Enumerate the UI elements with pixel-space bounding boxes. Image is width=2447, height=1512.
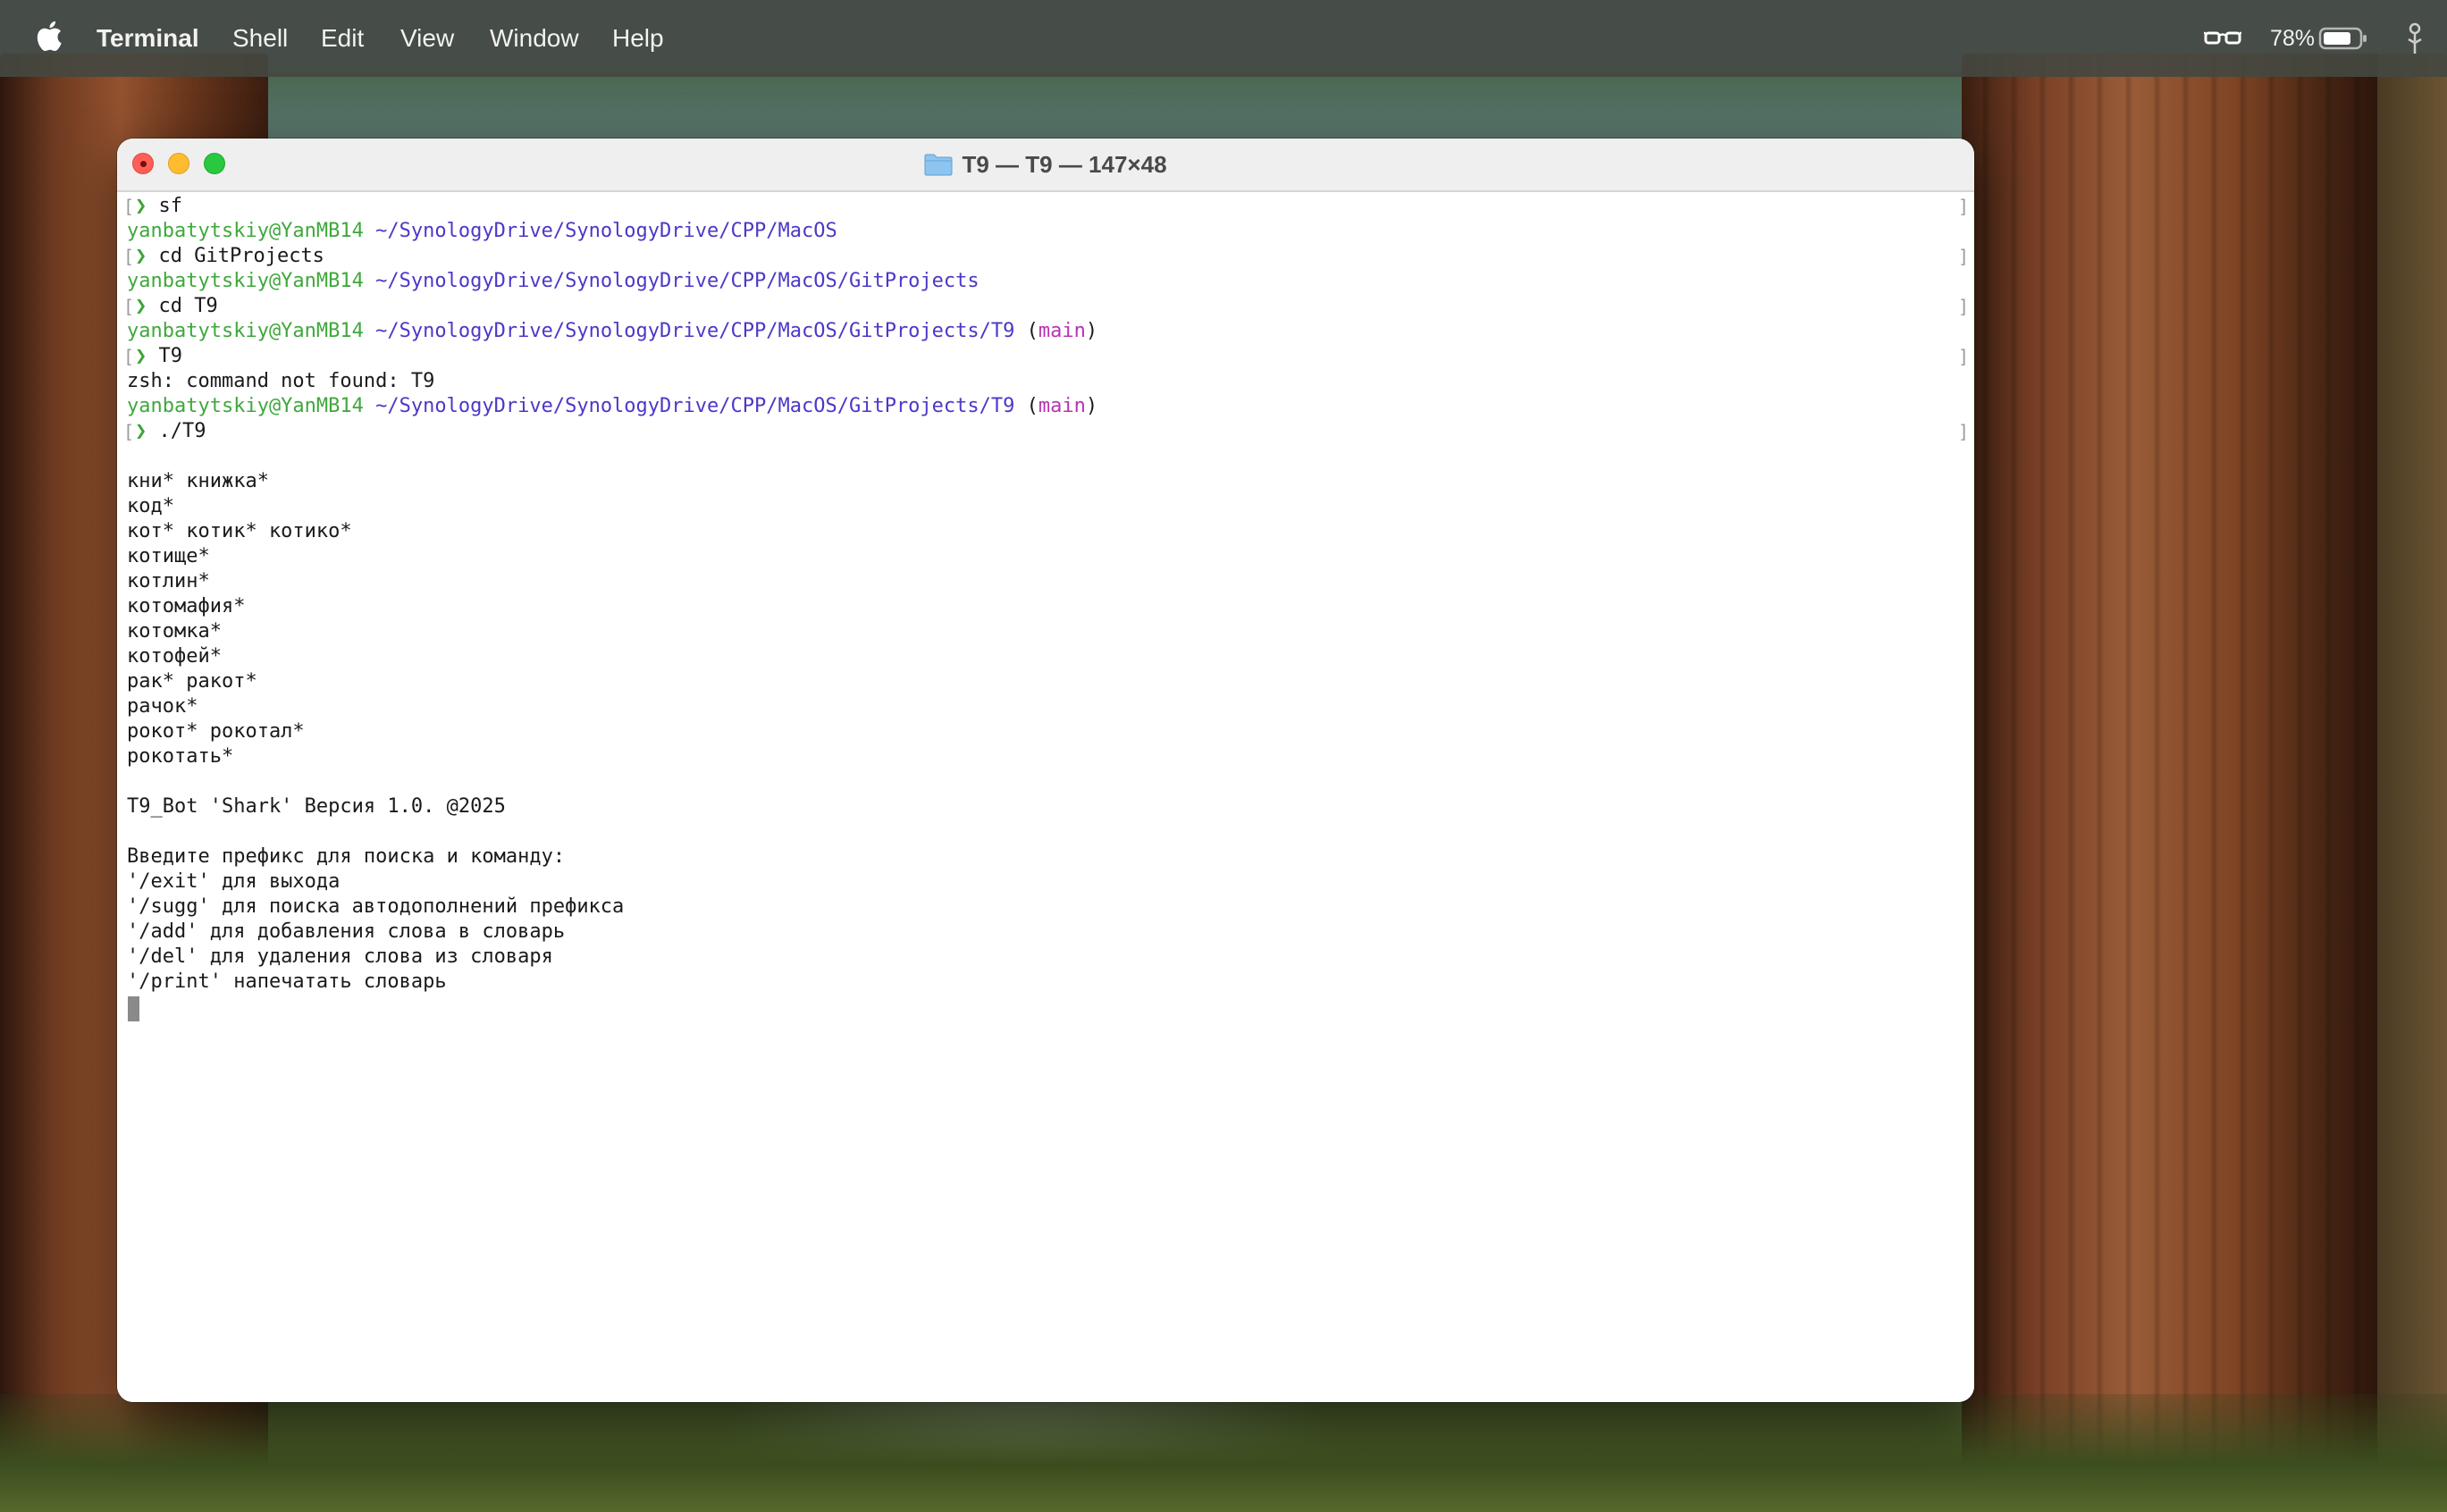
output-line: рак* ракот* (127, 670, 257, 693)
command-text: sf (158, 195, 183, 217)
prompt-line: yanbatytskiy@YanMB14 ~/SynologyDrive/Syn… (127, 219, 837, 244)
menu-shell[interactable]: Shell (232, 23, 288, 54)
command-text: ./T9 (158, 420, 206, 442)
output-line: рачок* (127, 695, 198, 718)
git-paren-open: ( (1026, 395, 1039, 417)
battery-icon[interactable] (2318, 26, 2368, 51)
menu-window[interactable]: Window (490, 23, 579, 54)
wallpaper-ground (0, 1394, 2447, 1512)
apple-logo-icon[interactable] (36, 18, 63, 54)
git-paren-close: ) (1085, 320, 1098, 342)
prompt-arrow-icon: ❯ (135, 245, 147, 267)
output-line: '/exit' для выхода (127, 870, 341, 893)
mark-bracket-right: ] (1957, 346, 1969, 367)
menu-view[interactable]: View (400, 23, 454, 54)
command-text: T9 (158, 345, 183, 367)
prompt-path: ~/SynologyDrive/SynologyDrive/CPP/MacOS/… (375, 270, 980, 292)
command-line: ❯ cd T9 (135, 294, 218, 319)
prompt-user-host: yanbatytskiy@YanMB14 (127, 220, 364, 242)
wallpaper-tree-trunk-far (2377, 54, 2447, 1512)
prompt-path: ~/SynologyDrive/SynologyDrive/CPP/MacOS/… (375, 320, 1015, 342)
output-line: T9_Bot 'Shark' Версия 1.0. @2025 (127, 795, 506, 818)
terminal-window[interactable]: T9 — T9 — 147×48 [ ❯ sf ] yanbatytskiy@Y… (117, 139, 1974, 1402)
menu-bar: Terminal Shell Edit View Window Help 78% (0, 0, 2447, 77)
prompt-arrow-icon: ❯ (135, 420, 147, 442)
mark-bracket-left: [ (123, 296, 135, 317)
output-line: Введите префикс для поиска и команду: (127, 845, 566, 868)
mark-bracket-right: ] (1957, 196, 1969, 217)
prompt-line: yanbatytskiy@YanMB14 ~/SynologyDrive/Syn… (127, 319, 1097, 344)
git-branch: main (1038, 395, 1086, 417)
window-title: T9 — T9 — 147×48 (962, 150, 1167, 178)
output-line: котище* (127, 545, 210, 567)
prompt-user-host: yanbatytskiy@YanMB14 (127, 320, 364, 342)
prompt-user-host: yanbatytskiy@YanMB14 (127, 395, 364, 417)
command-text: cd GitProjects (158, 245, 324, 267)
menu-help[interactable]: Help (612, 23, 664, 54)
command-line: ❯ cd GitProjects (135, 244, 324, 269)
prompt-arrow-icon: ❯ (135, 345, 147, 367)
wallpaper-bark-texture (1962, 54, 2382, 1512)
output-line: рокотать* (127, 745, 234, 768)
mark-bracket-right: ] (1957, 246, 1969, 267)
prompt-user-host: yanbatytskiy@YanMB14 (127, 270, 364, 292)
output-line: код* (127, 495, 174, 517)
mark-bracket-right: ] (1957, 296, 1969, 317)
prompt-path: ~/SynologyDrive/SynologyDrive/CPP/MacOS (375, 220, 837, 242)
menu-edit[interactable]: Edit (321, 23, 364, 54)
folder-icon (924, 154, 953, 176)
prompt-arrow-icon: ❯ (135, 295, 147, 317)
output-line: кни* книжка* (127, 470, 269, 492)
window-title-group: T9 — T9 — 147×48 (117, 139, 1974, 190)
output-line: котофей* (127, 645, 222, 668)
output-line: '/sugg' для поиска автодополнений префик… (127, 895, 625, 918)
output-line: рокот* рокотал* (127, 720, 305, 743)
output-line: '/add' для добавления слова в словарь (127, 920, 566, 943)
prompt-path: ~/SynologyDrive/SynologyDrive/CPP/MacOS/… (375, 395, 1015, 417)
output-line: '/print' напечатать словарь (127, 970, 447, 993)
glasses-icon[interactable] (2203, 25, 2242, 52)
mark-bracket-left: [ (123, 246, 135, 267)
command-text: cd T9 (158, 295, 218, 317)
mark-bracket-left: [ (123, 196, 135, 217)
menu-app-name[interactable]: Terminal (97, 23, 199, 54)
prompt-arrow-icon: ❯ (135, 195, 147, 217)
window-title-bar[interactable]: T9 — T9 — 147×48 (117, 139, 1974, 192)
mark-bracket-right: ] (1957, 421, 1969, 442)
command-line: ❯ sf (135, 194, 182, 219)
output-line: котомафия* (127, 595, 246, 617)
output-line: кот* котик* котико* (127, 520, 352, 542)
prompt-line: yanbatytskiy@YanMB14 ~/SynologyDrive/Syn… (127, 269, 980, 294)
text-cursor (128, 996, 139, 1021)
command-line: ❯ ./T9 (135, 419, 206, 444)
prompt-line: yanbatytskiy@YanMB14 ~/SynologyDrive/Syn… (127, 394, 1097, 419)
output-line: котлин* (127, 570, 210, 592)
accessibility-icon[interactable] (2402, 21, 2427, 57)
mark-bracket-left: [ (123, 346, 135, 367)
terminal-output[interactable]: [ ❯ sf ] yanbatytskiy@YanMB14 ~/Synology… (117, 192, 1974, 1402)
command-line: ❯ T9 (135, 344, 182, 369)
battery-percent[interactable]: 78% (2270, 24, 2315, 53)
error-line: zsh: command not found: T9 (127, 370, 435, 392)
output-line: '/del' для удаления слова из словаря (127, 945, 553, 968)
git-branch: main (1038, 320, 1086, 342)
output-line: котомка* (127, 620, 222, 643)
git-paren-close: ) (1085, 395, 1098, 417)
git-paren-open: ( (1026, 320, 1039, 342)
mark-bracket-left: [ (123, 421, 135, 442)
